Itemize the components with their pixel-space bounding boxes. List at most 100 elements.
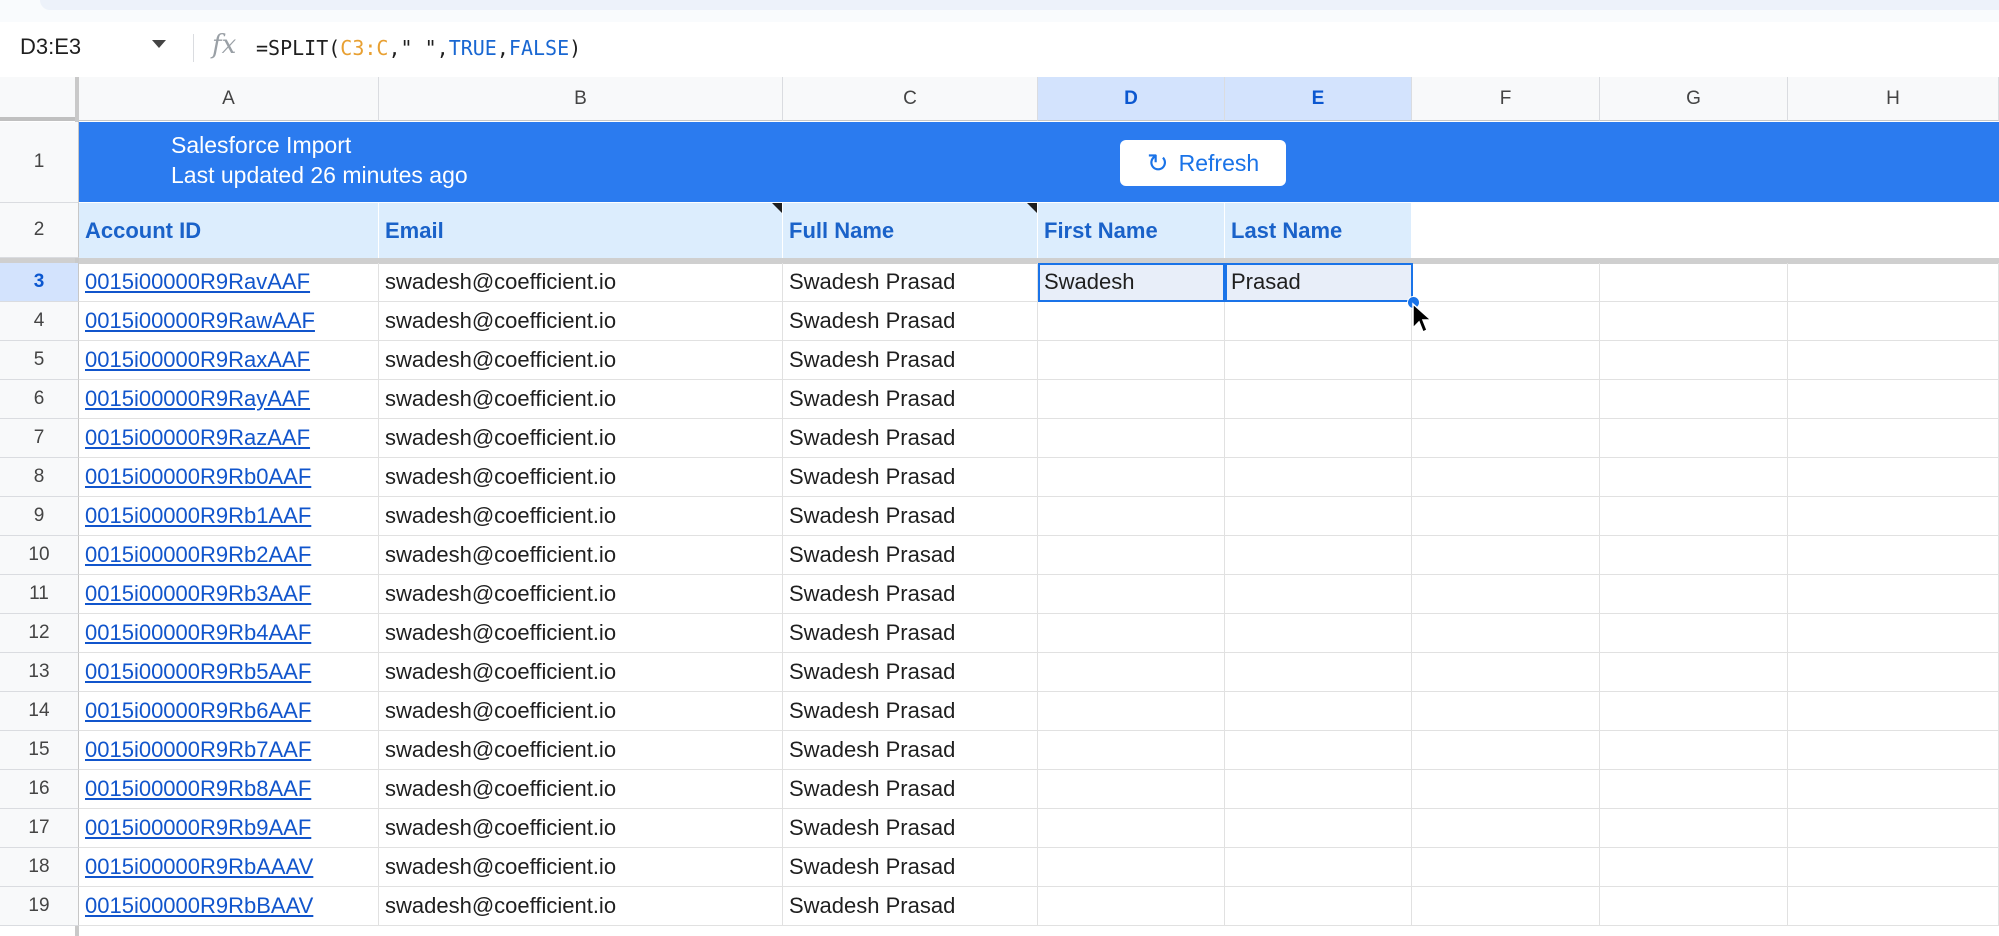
cell-e16[interactable] (1225, 770, 1412, 809)
cell-g11[interactable] (1600, 575, 1788, 614)
column-header-b[interactable]: B (379, 77, 783, 121)
row-header-19[interactable]: 19 (0, 887, 79, 926)
cell-e13[interactable] (1225, 653, 1412, 692)
cell-f6[interactable] (1412, 380, 1600, 419)
cell-h10[interactable] (1788, 536, 1999, 575)
cell-b13[interactable]: swadesh@coefficient.io (379, 653, 783, 692)
column-header-e[interactable]: E (1225, 77, 1412, 121)
cell-f17[interactable] (1412, 809, 1600, 848)
cell-b14[interactable]: swadesh@coefficient.io (379, 692, 783, 731)
cell-h16[interactable] (1788, 770, 1999, 809)
cell-g9[interactable] (1600, 497, 1788, 536)
cell-d14[interactable] (1038, 692, 1225, 731)
column-header-d[interactable]: D (1038, 77, 1225, 121)
select-all-corner[interactable] (0, 77, 79, 121)
cell-h6[interactable] (1788, 380, 1999, 419)
cell-c12[interactable]: Swadesh Prasad (783, 614, 1038, 653)
cell-f7[interactable] (1412, 419, 1600, 458)
cell-c18[interactable]: Swadesh Prasad (783, 848, 1038, 887)
cell-b5[interactable]: swadesh@coefficient.io (379, 341, 783, 380)
row-header-17[interactable]: 17 (0, 809, 79, 848)
row-header-6[interactable]: 6 (0, 380, 79, 419)
cell-h9[interactable] (1788, 497, 1999, 536)
cell-a18[interactable]: 0015i00000R9RbAAAV (79, 848, 379, 887)
cell-g8[interactable] (1600, 458, 1788, 497)
cell-e7[interactable] (1225, 419, 1412, 458)
cell-b16[interactable]: swadesh@coefficient.io (379, 770, 783, 809)
cell-f9[interactable] (1412, 497, 1600, 536)
row-header-7[interactable]: 7 (0, 419, 79, 458)
cell-g4[interactable] (1600, 302, 1788, 341)
cell-b10[interactable]: swadesh@coefficient.io (379, 536, 783, 575)
cell-d12[interactable] (1038, 614, 1225, 653)
cell-h12[interactable] (1788, 614, 1999, 653)
cell-d8[interactable] (1038, 458, 1225, 497)
cell-c10[interactable]: Swadesh Prasad (783, 536, 1038, 575)
cell-c13[interactable]: Swadesh Prasad (783, 653, 1038, 692)
cell-a19[interactable]: 0015i00000R9RbBAAV (79, 887, 379, 926)
cell-g13[interactable] (1600, 653, 1788, 692)
cell-e4[interactable] (1225, 302, 1412, 341)
cell-e19[interactable] (1225, 887, 1412, 926)
cell-d7[interactable] (1038, 419, 1225, 458)
header-cell-account-id[interactable]: Account ID (79, 203, 379, 258)
row-header-5[interactable]: 5 (0, 341, 79, 380)
row-header-1[interactable]: 1 (0, 122, 79, 203)
cell-g17[interactable] (1600, 809, 1788, 848)
cell-c16[interactable]: Swadesh Prasad (783, 770, 1038, 809)
cell-e6[interactable] (1225, 380, 1412, 419)
cell-g19[interactable] (1600, 887, 1788, 926)
column-header-g[interactable]: G (1600, 77, 1788, 121)
cell-c17[interactable]: Swadesh Prasad (783, 809, 1038, 848)
cell-b18[interactable]: swadesh@coefficient.io (379, 848, 783, 887)
cell-c4[interactable]: Swadesh Prasad (783, 302, 1038, 341)
cell-f14[interactable] (1412, 692, 1600, 731)
cell-a4[interactable]: 0015i00000R9RawAAF (79, 302, 379, 341)
cell-d4[interactable] (1038, 302, 1225, 341)
row-header-13[interactable]: 13 (0, 653, 79, 692)
cell-d9[interactable] (1038, 497, 1225, 536)
cell-c19[interactable]: Swadesh Prasad (783, 887, 1038, 926)
cell-f5[interactable] (1412, 341, 1600, 380)
cell-f12[interactable] (1412, 614, 1600, 653)
cell-h5[interactable] (1788, 341, 1999, 380)
cell-g12[interactable] (1600, 614, 1788, 653)
cell-e17[interactable] (1225, 809, 1412, 848)
cell-a5[interactable]: 0015i00000R9RaxAAF (79, 341, 379, 380)
cell-a11[interactable]: 0015i00000R9Rb3AAF (79, 575, 379, 614)
cell-g16[interactable] (1600, 770, 1788, 809)
cell-a6[interactable]: 0015i00000R9RayAAF (79, 380, 379, 419)
cell-f3[interactable] (1412, 263, 1600, 302)
row-header-9[interactable]: 9 (0, 497, 79, 536)
cell-e10[interactable] (1225, 536, 1412, 575)
cell-b6[interactable]: swadesh@coefficient.io (379, 380, 783, 419)
cell-e14[interactable] (1225, 692, 1412, 731)
refresh-button[interactable]: ↻ Refresh (1120, 140, 1286, 186)
cell-a14[interactable]: 0015i00000R9Rb6AAF (79, 692, 379, 731)
cell-c3[interactable]: Swadesh Prasad (783, 263, 1038, 302)
cell-g18[interactable] (1600, 848, 1788, 887)
cell-b12[interactable]: swadesh@coefficient.io (379, 614, 783, 653)
chevron-down-icon[interactable] (152, 40, 166, 48)
cell-b17[interactable]: swadesh@coefficient.io (379, 809, 783, 848)
cell-a8[interactable]: 0015i00000R9Rb0AAF (79, 458, 379, 497)
cell-g6[interactable] (1600, 380, 1788, 419)
row-header-2[interactable]: 2 (0, 203, 79, 258)
column-header-a[interactable]: A (79, 77, 379, 121)
cell-c6[interactable]: Swadesh Prasad (783, 380, 1038, 419)
cell-e12[interactable] (1225, 614, 1412, 653)
cell-a3[interactable]: 0015i00000R9RavAAF (79, 263, 379, 302)
cell-g3[interactable] (1600, 263, 1788, 302)
name-box[interactable]: D3:E3 (20, 34, 81, 60)
cell-e5[interactable] (1225, 341, 1412, 380)
row-header-18[interactable]: 18 (0, 848, 79, 887)
cell-h11[interactable] (1788, 575, 1999, 614)
row-header-3[interactable]: 3 (0, 263, 79, 302)
cell-h4[interactable] (1788, 302, 1999, 341)
cell-b15[interactable]: swadesh@coefficient.io (379, 731, 783, 770)
cell-h7[interactable] (1788, 419, 1999, 458)
row-header-4[interactable]: 4 (0, 302, 79, 341)
cell-b8[interactable]: swadesh@coefficient.io (379, 458, 783, 497)
cell-b11[interactable]: swadesh@coefficient.io (379, 575, 783, 614)
cell-f8[interactable] (1412, 458, 1600, 497)
